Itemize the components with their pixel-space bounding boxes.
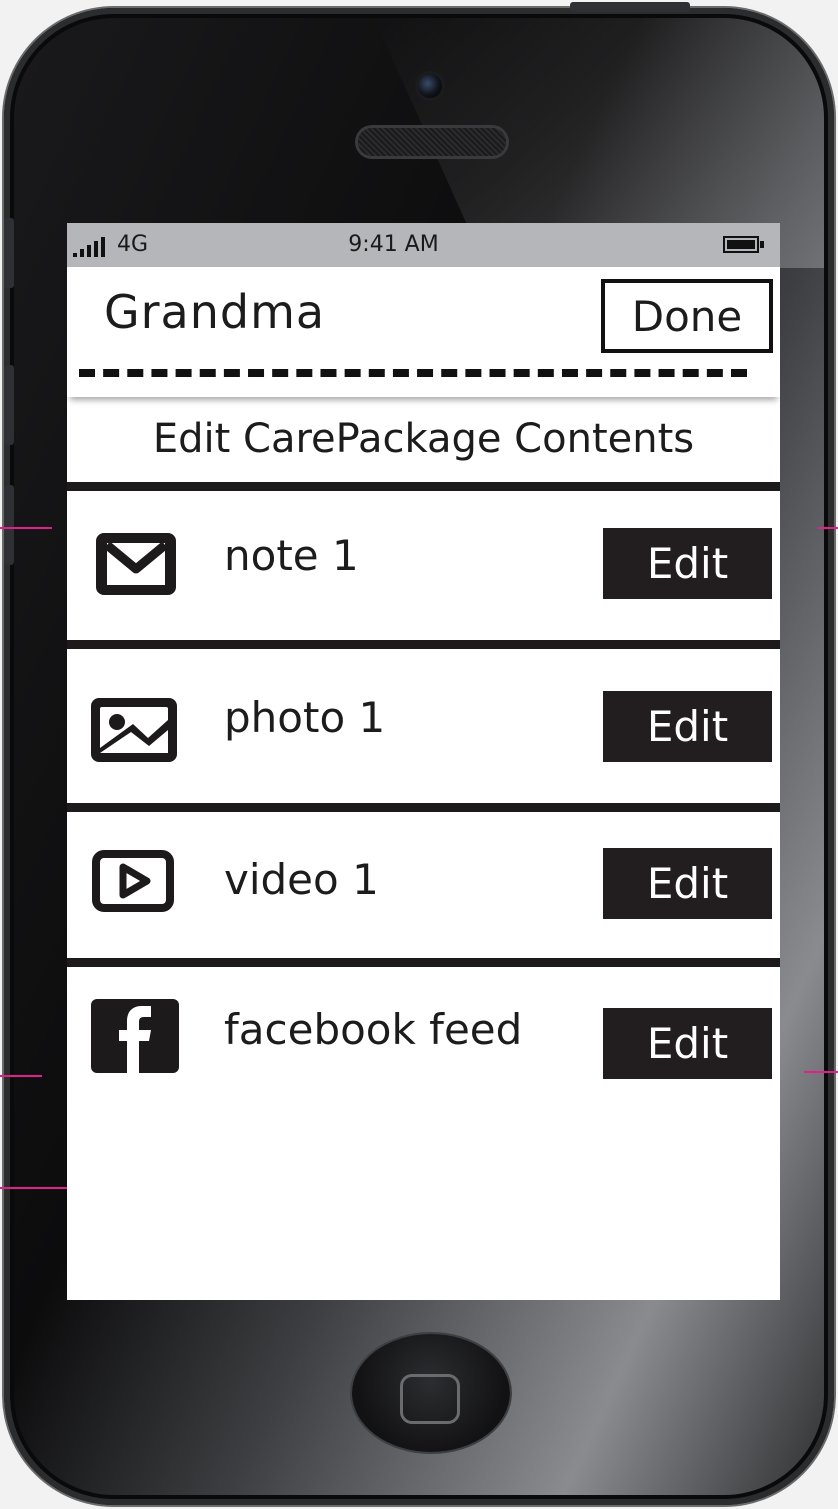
- status-time: 9:41 AM: [348, 232, 439, 257]
- battery-icon: [723, 236, 764, 253]
- facebook-icon: [91, 999, 179, 1077]
- volume-down-button: [4, 485, 14, 565]
- annotation-line: [0, 1075, 42, 1077]
- image-icon: [91, 698, 177, 766]
- edit-video-button[interactable]: Edit: [603, 848, 772, 919]
- annotation-line: [804, 1071, 838, 1073]
- phone-screen: 4G 9:41 AM Grandma Done Edit CarePackage…: [67, 223, 780, 1300]
- edit-facebook-button[interactable]: Edit: [603, 1008, 772, 1079]
- dashed-divider: [79, 369, 747, 377]
- item-divider: [67, 482, 780, 491]
- envelope-icon: [96, 533, 176, 599]
- front-camera: [418, 74, 442, 98]
- edit-note-button[interactable]: Edit: [603, 528, 772, 599]
- mute-switch: [4, 218, 14, 288]
- item-label: note 1: [224, 531, 359, 580]
- item-label: facebook feed: [224, 1005, 523, 1054]
- edit-photo-button[interactable]: Edit: [603, 691, 772, 762]
- play-icon: [92, 850, 174, 916]
- item-divider: [67, 958, 780, 967]
- item-label: photo 1: [224, 693, 386, 742]
- home-button-icon: [400, 1374, 460, 1424]
- annotation-line: [0, 527, 52, 529]
- item-divider: [67, 640, 780, 649]
- done-button[interactable]: Done: [601, 279, 773, 353]
- volume-up-button: [4, 365, 14, 445]
- earpiece-speaker: [358, 128, 506, 156]
- item-divider: [67, 803, 780, 812]
- annotation-line: [818, 527, 838, 529]
- status-bar: 4G 9:41 AM: [67, 223, 780, 267]
- section-title: Edit CarePackage Contents: [152, 416, 695, 462]
- page-title: Grandma: [104, 285, 326, 339]
- item-label: video 1: [224, 855, 379, 904]
- power-button: [570, 2, 690, 12]
- nav-header: Grandma Done: [67, 267, 780, 397]
